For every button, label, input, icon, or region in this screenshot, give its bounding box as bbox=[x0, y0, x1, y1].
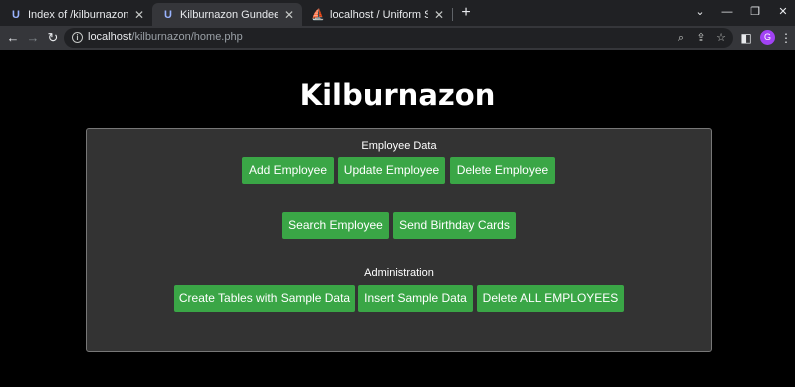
restore-icon[interactable]: ❐ bbox=[740, 3, 770, 21]
page-content: Kilburnazon Employee Data Add Employee U… bbox=[0, 50, 795, 387]
delete-all-employees-button[interactable]: Delete ALL EMPLOYEES bbox=[477, 285, 624, 312]
uniform-server-icon: U bbox=[164, 8, 172, 21]
share-icon[interactable]: ⇪ bbox=[694, 31, 708, 45]
minimize-icon[interactable]: — bbox=[712, 3, 742, 21]
tab-phpmyadmin[interactable]: ⛵ localhost / Uniform Server / kilb ✕ bbox=[302, 3, 452, 26]
forward-arrow-icon[interactable]: → bbox=[24, 29, 42, 47]
url-host: localhost bbox=[88, 31, 132, 43]
zoom-icon[interactable]: ⌕ bbox=[674, 31, 688, 45]
browser-toolbar: ← → ↻ i localhost/kilburnazon/home.php ⌕… bbox=[0, 26, 795, 50]
employee-data-label: Employee Data bbox=[361, 140, 437, 152]
close-tab-icon[interactable]: ✕ bbox=[132, 8, 146, 22]
search-employee-button[interactable]: Search Employee bbox=[282, 212, 389, 239]
tab-index-of-kilburnazon[interactable]: U Index of /kilburnazon ✕ bbox=[0, 3, 152, 26]
tab-search-icon[interactable]: ⌄ bbox=[685, 3, 715, 21]
close-tab-icon[interactable]: ✕ bbox=[282, 8, 296, 22]
add-employee-button[interactable]: Add Employee bbox=[242, 157, 334, 184]
send-birthday-cards-button[interactable]: Send Birthday Cards bbox=[393, 212, 516, 239]
new-tab-icon[interactable]: + bbox=[458, 5, 474, 21]
update-employee-button[interactable]: Update Employee bbox=[338, 157, 445, 184]
tab-title: localhost / Uniform Server / kilb bbox=[330, 8, 428, 21]
create-tables-button[interactable]: Create Tables with Sample Data bbox=[174, 285, 355, 312]
page-title: Kilburnazon bbox=[299, 78, 496, 112]
back-arrow-icon[interactable]: ← bbox=[4, 29, 22, 47]
administration-label: Administration bbox=[364, 267, 434, 279]
close-tab-icon[interactable]: ✕ bbox=[432, 8, 446, 22]
menu-kebab-icon[interactable]: ⋮ bbox=[778, 30, 794, 46]
address-bar[interactable]: i localhost/kilburnazon/home.php ⌕ ⇪ ☆ bbox=[64, 28, 733, 48]
reload-icon[interactable]: ↻ bbox=[44, 29, 62, 47]
phpmyadmin-icon: ⛵ bbox=[311, 9, 325, 21]
tab-strip: U Index of /kilburnazon ✕ U Kilburnazon … bbox=[0, 0, 795, 26]
tab-title: Kilburnazon Gundeep Oberoi bbox=[180, 8, 278, 21]
bookmark-star-icon[interactable]: ☆ bbox=[714, 31, 728, 45]
tab-title: Index of /kilburnazon bbox=[28, 8, 128, 21]
control-panel: Employee Data Add Employee Update Employ… bbox=[86, 128, 712, 352]
close-window-icon[interactable]: ✕ bbox=[768, 3, 795, 21]
url-path: /kilburnazon/home.php bbox=[131, 31, 243, 43]
insert-sample-data-button[interactable]: Insert Sample Data bbox=[358, 285, 473, 312]
url-text[interactable]: localhost/kilburnazon/home.php bbox=[88, 31, 243, 43]
site-info-icon[interactable]: i bbox=[72, 32, 83, 43]
tab-divider bbox=[452, 8, 453, 21]
uniform-server-icon: U bbox=[12, 8, 20, 21]
delete-employee-button[interactable]: Delete Employee bbox=[450, 157, 555, 184]
side-panel-icon[interactable]: ◧ bbox=[738, 30, 754, 46]
tab-kilburnazon-home[interactable]: U Kilburnazon Gundeep Oberoi ✕ bbox=[152, 3, 302, 26]
profile-avatar[interactable]: G bbox=[760, 30, 775, 45]
